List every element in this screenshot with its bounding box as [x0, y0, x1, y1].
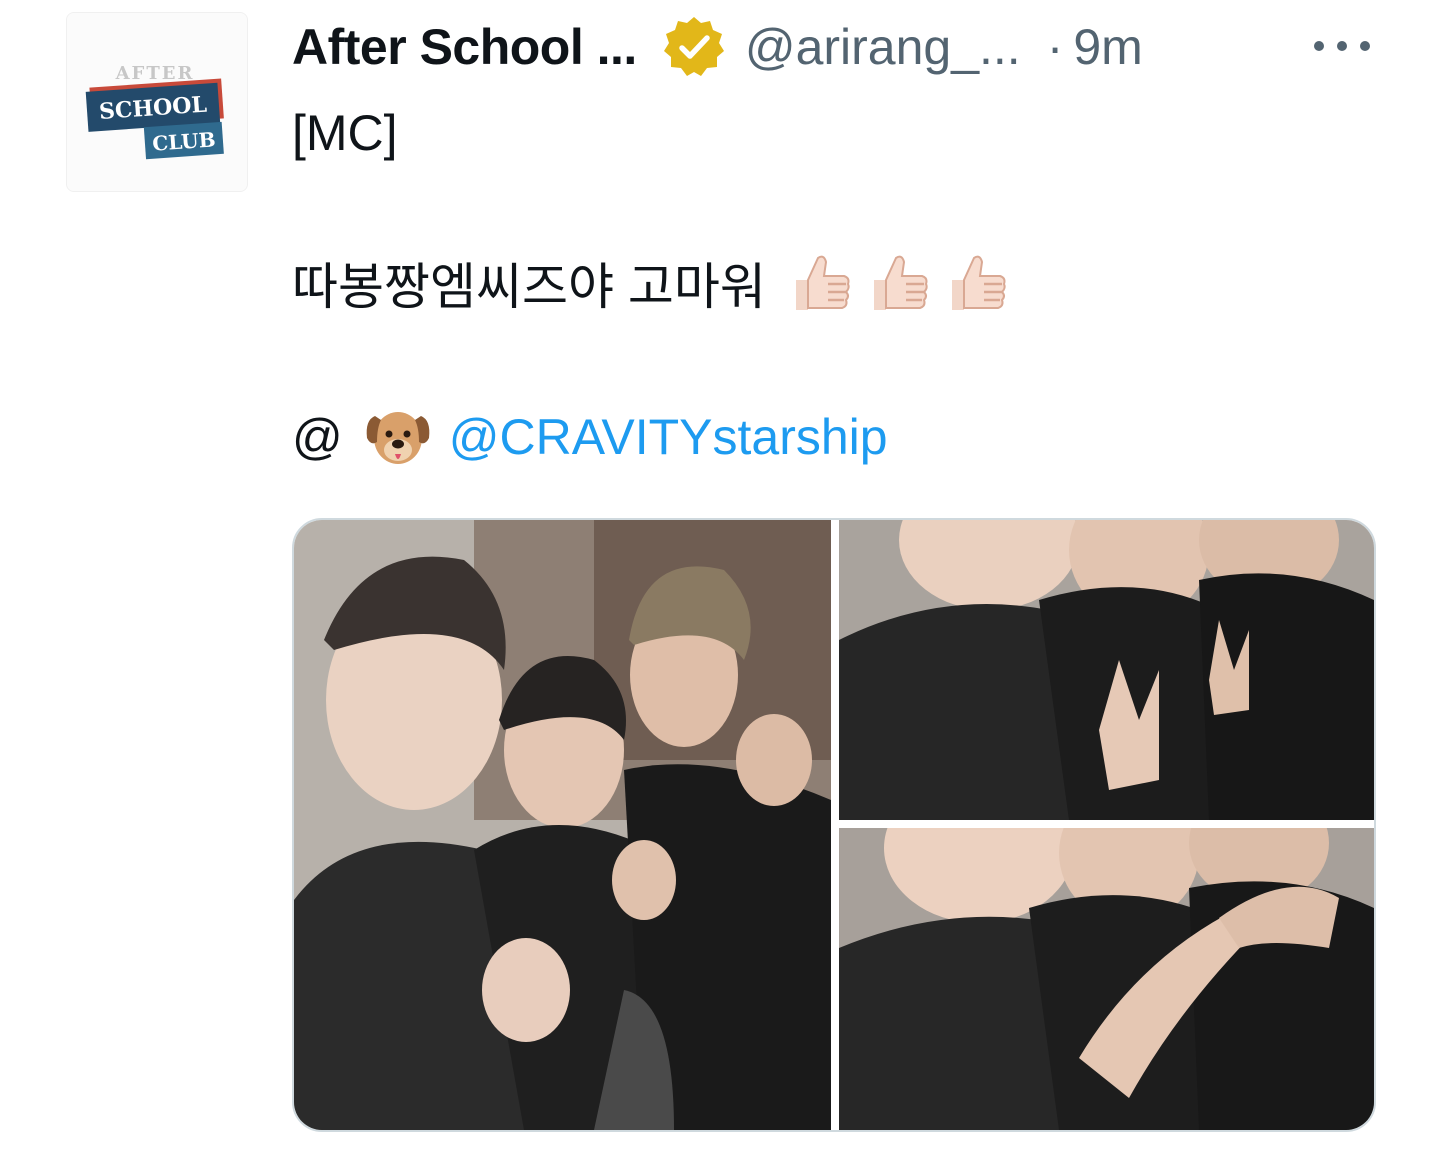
dog-face-icon	[366, 412, 430, 464]
tweet-header: After School ... @arirang_... · 9m	[292, 14, 1402, 80]
at-prefix: @	[292, 409, 343, 465]
photo-1[interactable]	[294, 520, 831, 1130]
photo-2-image	[839, 520, 1374, 820]
thumbs-up-icon	[873, 255, 928, 310]
mention-link[interactable]: @CRAVITYstarship	[449, 408, 888, 466]
svg-text:AFTER: AFTER	[115, 63, 195, 84]
tweet-text-line-1: [MC]	[292, 100, 398, 166]
profile-avatar[interactable]: AFTER SCHOOL CLUB	[66, 12, 248, 192]
thumbs-up-group	[788, 250, 1010, 316]
thumbs-up-icon	[795, 255, 850, 310]
photo-2[interactable]	[839, 520, 1374, 820]
media-grid	[292, 518, 1376, 1132]
dot-icon	[1314, 41, 1324, 51]
photo-1-image	[294, 520, 831, 1130]
verified-badge-icon[interactable]	[661, 14, 727, 80]
svg-text:CLUB: CLUB	[152, 127, 217, 155]
more-dots-icon[interactable]	[1314, 36, 1370, 56]
tweet[interactable]: AFTER SCHOOL CLUB After School ... @arir…	[0, 0, 1440, 1154]
thumbs-up-icon	[951, 255, 1006, 310]
dot-icon	[1337, 41, 1347, 51]
thanks-text: 따봉짱엠씨즈야 고마워	[292, 259, 766, 315]
display-name[interactable]: After School ...	[292, 18, 637, 76]
timestamp[interactable]: 9m	[1073, 18, 1142, 76]
photo-3-image	[839, 828, 1374, 1130]
dot-icon	[1360, 41, 1370, 51]
tweet-text-line-2: 따봉짱엠씨즈야 고마워	[292, 246, 1010, 320]
mc-tag: [MC]	[292, 105, 398, 161]
tweet-text-line-3: @ @CRAVITYstarship	[292, 400, 888, 474]
photo-3[interactable]	[839, 828, 1374, 1130]
after-school-club-logo: AFTER SCHOOL CLUB	[67, 13, 247, 191]
user-handle[interactable]: @arirang_...	[745, 18, 1021, 76]
separator-dot: ·	[1046, 19, 1064, 75]
